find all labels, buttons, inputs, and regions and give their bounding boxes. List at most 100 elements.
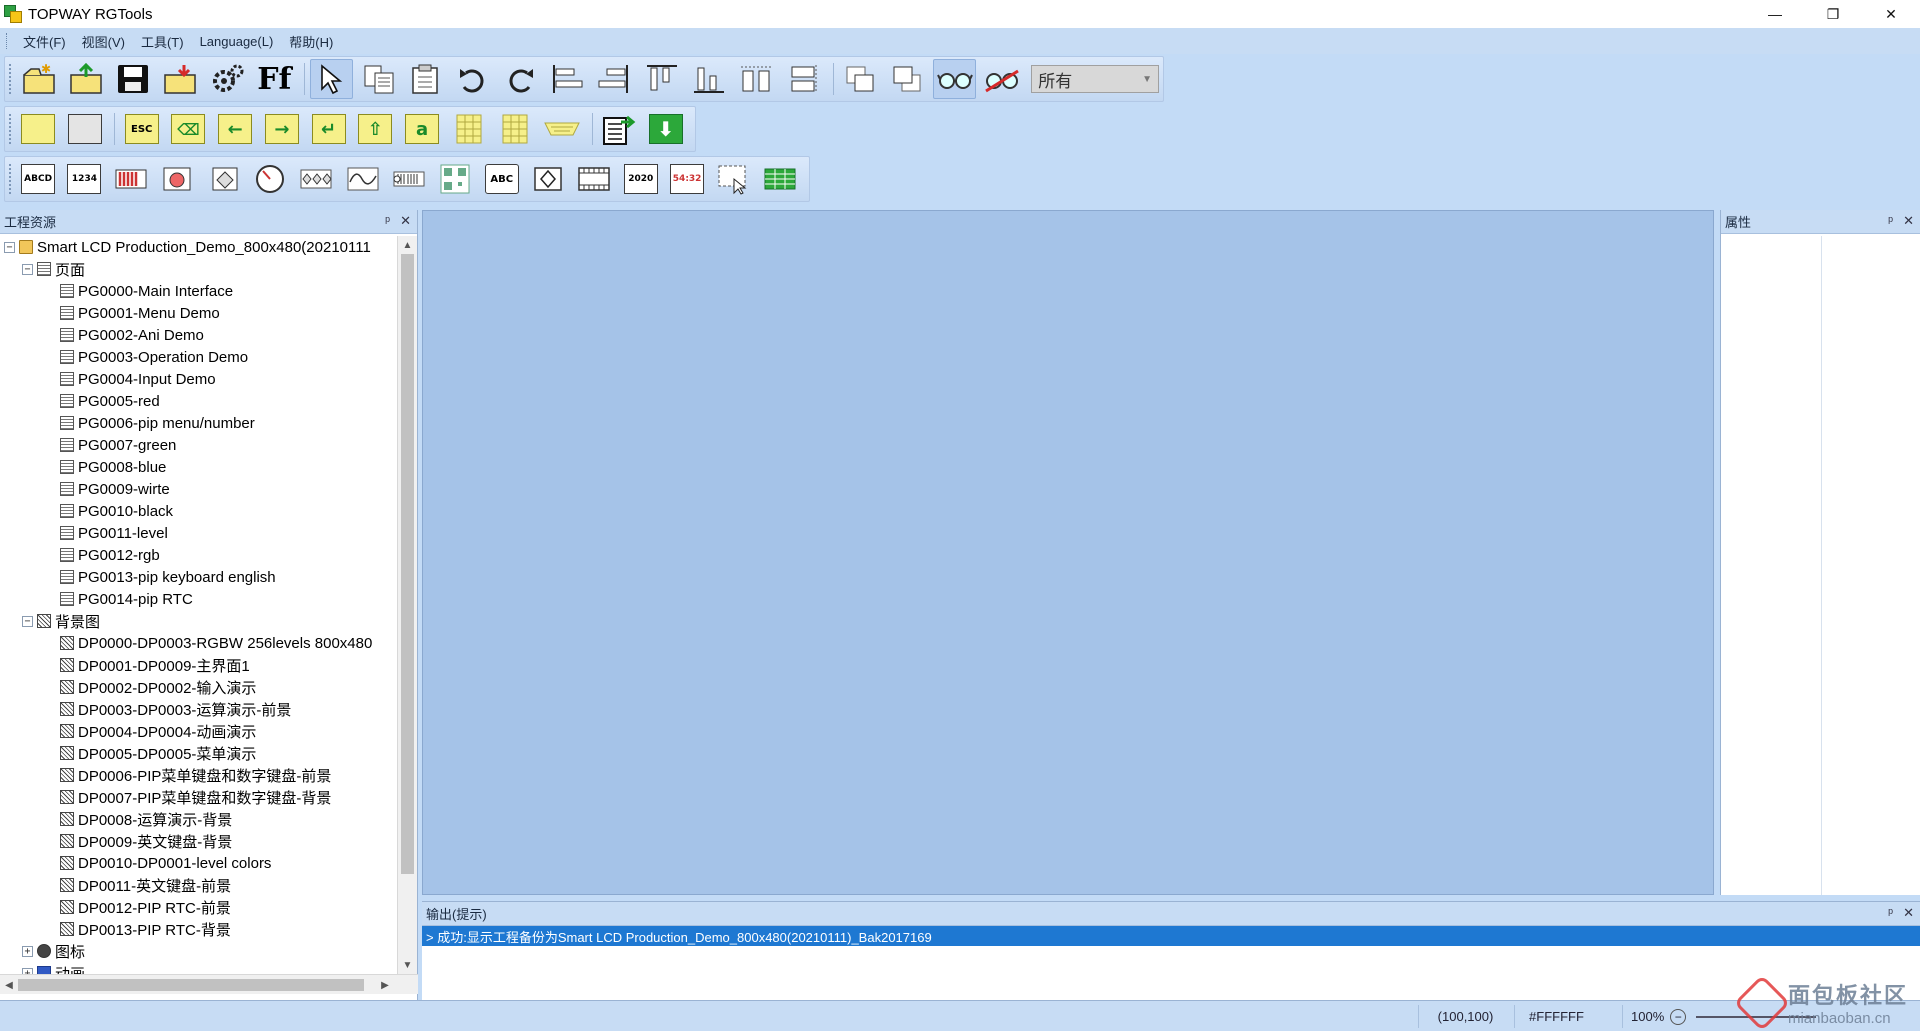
tree-item[interactable]: DP0012-PIP RTC-前景 [0, 896, 396, 918]
undo-button[interactable] [451, 59, 494, 99]
tree-node-animations[interactable]: + 动画 [0, 962, 396, 974]
same-width-button[interactable] [734, 59, 777, 99]
align-right-button[interactable] [593, 59, 636, 99]
same-height-button[interactable] [781, 59, 824, 99]
tree-node-backgrounds[interactable]: − 背景图 [0, 610, 396, 632]
tree-item[interactable]: PG0001-Menu Demo [0, 302, 396, 324]
paste-button[interactable] [404, 59, 447, 99]
menu-language[interactable]: Language(L) [192, 34, 282, 49]
curve-widget-button[interactable] [341, 159, 383, 199]
bring-front-button[interactable] [839, 59, 882, 99]
menu-view[interactable]: 视图(V) [74, 32, 133, 51]
tree-root[interactable]: − Smart LCD Production_Demo_800x480(2021… [0, 236, 396, 258]
tree-item[interactable]: DP0004-DP0004-动画演示 [0, 720, 396, 742]
tree-item[interactable]: DP0006-PIP菜单键盘和数字键盘-前景 [0, 764, 396, 786]
date-widget-button[interactable]: 2020 [620, 159, 662, 199]
minimize-button[interactable]: — [1746, 0, 1804, 28]
menu-help[interactable]: 帮助(H) [281, 32, 341, 51]
arrow-right-key-button[interactable]: → [261, 109, 304, 149]
send-back-button[interactable] [886, 59, 929, 99]
tree-item[interactable]: PG0012-rgb [0, 544, 396, 566]
build-button[interactable] [598, 109, 641, 149]
enter-key-button[interactable]: ↵ [307, 109, 350, 149]
expand-icon[interactable]: + [22, 945, 33, 957]
tree-item[interactable]: PG0008-blue [0, 456, 396, 478]
tree-item[interactable]: DP0002-DP0002-输入演示 [0, 676, 396, 698]
tree-item[interactable]: PG0006-pip menu/number [0, 412, 396, 434]
tree-item[interactable]: PG0002-Ani Demo [0, 324, 396, 346]
tree-item[interactable]: DP0011-英文键盘-前景 [0, 874, 396, 896]
collapse-icon[interactable]: − [22, 263, 33, 275]
tree-item[interactable]: DP0009-英文键盘-背景 [0, 830, 396, 852]
char-key-button[interactable]: a [401, 109, 444, 149]
slider-widget-button[interactable] [388, 159, 430, 199]
keypad-2-button[interactable] [494, 109, 537, 149]
open-project-button[interactable] [64, 59, 107, 99]
toolbar-grip[interactable] [9, 64, 13, 94]
copy-button[interactable] [357, 59, 400, 99]
settings-button[interactable] [206, 59, 249, 99]
tree-item[interactable]: PG0000-Main Interface [0, 280, 396, 302]
text-widget-button[interactable]: ABCD [17, 159, 59, 199]
gauge-widget-button[interactable] [249, 159, 291, 199]
layer-filter-select[interactable]: 所有 ▼ [1031, 65, 1160, 93]
menu-file[interactable]: 文件(F) [15, 32, 74, 51]
rect-area-button[interactable] [17, 109, 60, 149]
time-widget-button[interactable]: 54:32 [666, 159, 708, 199]
zoom-out-icon[interactable]: − [1670, 1008, 1687, 1025]
tree-item[interactable]: DP0001-DP0009-主界面1 [0, 654, 396, 676]
bar-widget-button[interactable] [110, 159, 152, 199]
redo-button[interactable] [499, 59, 542, 99]
preview-button[interactable] [932, 59, 977, 99]
download-button[interactable]: ⬇ [644, 109, 687, 149]
tree-node-icons[interactable]: + 图标 [0, 940, 396, 962]
tree-item[interactable]: DP0007-PIP菜单键盘和数字键盘-背景 [0, 786, 396, 808]
icon-widget-button[interactable] [202, 159, 244, 199]
scroll-down-icon[interactable]: ▼ [398, 956, 417, 974]
touch-area-widget-button[interactable] [712, 159, 754, 199]
scroll-right-icon[interactable]: ▶ [376, 977, 394, 993]
keypad-button[interactable] [447, 109, 490, 149]
export-button[interactable] [158, 59, 201, 99]
align-top-button[interactable] [640, 59, 683, 99]
tree-item[interactable]: DP0010-DP0001-level colors [0, 852, 396, 874]
menu-tools[interactable]: 工具(T) [133, 32, 192, 51]
tree-item[interactable]: PG0003-Operation Demo [0, 346, 396, 368]
scroll-up-icon[interactable]: ▲ [398, 236, 417, 254]
pointer-button[interactable] [309, 59, 354, 99]
align-left-button[interactable] [546, 59, 589, 99]
font-button[interactable]: Ff [253, 59, 296, 99]
string-widget-button[interactable]: ABC [481, 159, 523, 199]
shift-key-button[interactable]: ⇧ [354, 109, 397, 149]
tree-item[interactable]: DP0003-DP0003-运算演示-前景 [0, 698, 396, 720]
backspace-key-button[interactable]: ⌫ [167, 109, 210, 149]
icon-var-widget-button[interactable] [527, 159, 569, 199]
tree-item[interactable]: PG0013-pip keyboard english [0, 566, 396, 588]
close-button[interactable]: ✕ [1862, 0, 1920, 28]
pin-icon[interactable]: ᵖ [385, 213, 390, 229]
horizontal-scrollbar[interactable]: ◀ ▶ [0, 974, 418, 994]
tree-item[interactable]: PG0007-green [0, 434, 396, 456]
tree-item[interactable]: DP0000-DP0003-RGBW 256levels 800x480 [0, 632, 396, 654]
tree-item[interactable]: PG0011-level [0, 522, 396, 544]
tree-item[interactable]: PG0009-wirte [0, 478, 396, 500]
animation-widget-button[interactable] [156, 159, 198, 199]
tree-node-pages[interactable]: − 页面 [0, 258, 396, 280]
tree-item[interactable]: PG0014-pip RTC [0, 588, 396, 610]
save-button[interactable] [111, 59, 154, 99]
collapse-icon[interactable]: − [4, 241, 15, 253]
design-canvas[interactable] [422, 210, 1714, 895]
scroll-left-icon[interactable]: ◀ [0, 977, 18, 993]
pin-icon[interactable]: ᵖ [1888, 905, 1893, 921]
vertical-scrollbar[interactable]: ▲ ▼ [397, 236, 417, 974]
table-widget-button[interactable] [759, 159, 801, 199]
number-widget-button[interactable]: 1234 [63, 159, 105, 199]
tree-item[interactable]: PG0010-black [0, 500, 396, 522]
esc-key-button[interactable]: ESC [120, 109, 163, 149]
pin-icon[interactable]: ᵖ [1888, 213, 1893, 229]
tree-item[interactable]: PG0005-red [0, 390, 396, 412]
multi-icon-widget-button[interactable] [295, 159, 337, 199]
close-icon[interactable]: ✕ [1903, 213, 1914, 229]
toolbar-grip[interactable] [9, 114, 13, 144]
video-widget-button[interactable] [573, 159, 615, 199]
